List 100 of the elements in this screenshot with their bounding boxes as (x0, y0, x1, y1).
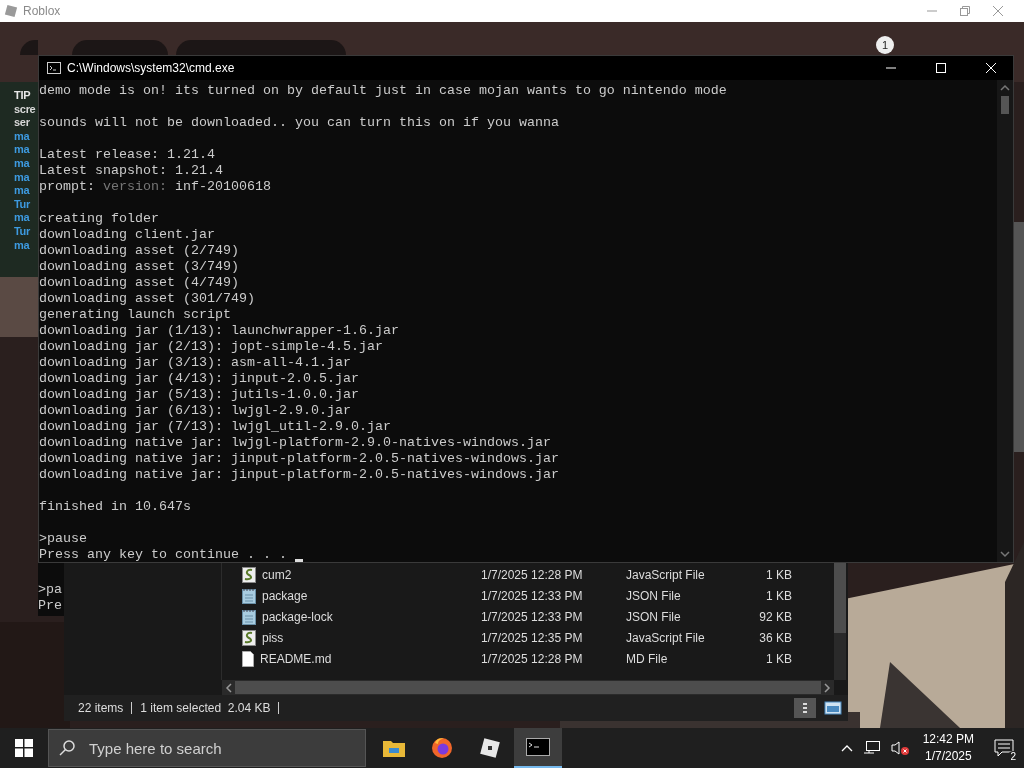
file-name: cum2 (262, 567, 292, 582)
scroll-left-icon[interactable] (225, 682, 233, 693)
taskbar-app-button[interactable] (514, 728, 562, 768)
horizontal-scrollbar[interactable] (222, 680, 834, 695)
file-size: 92 KB (758, 609, 792, 624)
console-line: Pre (38, 598, 63, 614)
chat-message: Tur (14, 224, 31, 239)
scroll-down-icon[interactable] (1000, 550, 1010, 558)
date-modified: 1/7/2025 12:28 PM (481, 651, 584, 666)
file-size: 36 KB (758, 630, 792, 645)
vertical-scrollbar[interactable] (997, 80, 1013, 562)
file-row[interactable]: cum2 1/7/2025 12:28 PM JavaScript File 1 KB (222, 564, 834, 585)
date-modified: 1/7/2025 12:35 PM (481, 630, 584, 645)
notification-count: 2 (1008, 751, 1018, 762)
file-name: README.md (260, 651, 332, 666)
console-line: >pa (38, 582, 63, 598)
console-line: downloading jar (7/13): lwjgl_util-2.9.0.jar (39, 419, 391, 435)
file-type: MD File (626, 651, 669, 666)
file-row[interactable]: piss 1/7/2025 12:35 PM JavaScript File 36 KB (222, 627, 834, 648)
file-name: package (262, 588, 308, 603)
chat-message: ma (14, 170, 31, 185)
console-line: demo mode is on! its turned on by default just in case mojan wants to go nintendo mode (39, 83, 727, 99)
console-line: downloading jar (5/13): jutils-1.0.0.jar (39, 387, 359, 403)
clock-time[interactable]: 12:42 PM (922, 731, 974, 748)
chat-message: ma (14, 129, 31, 144)
file-type: JSON File (626, 588, 682, 603)
chat-message: ma (14, 184, 31, 198)
scroll-up-icon[interactable] (1000, 84, 1010, 92)
console-line: Latest snapshot: 1.21.4 (39, 163, 223, 179)
console-line: downloading asset (301/749) (39, 291, 255, 307)
console-line: downloading asset (3/749) (39, 259, 239, 275)
windows-start-icon[interactable] (15, 739, 33, 757)
file-row[interactable]: package 1/7/2025 12:33 PM JSON File 1 KB (222, 585, 834, 606)
item-count: 22 items (78, 701, 124, 715)
file-size: 1 KB (765, 588, 792, 603)
chat-message: ma (14, 143, 31, 157)
file-name: piss (262, 630, 284, 645)
scroll-right-icon[interactable] (823, 682, 831, 693)
console-line: downloading jar (6/13): lwjgl-2.9.0.jar (39, 403, 351, 419)
script-file-icon (242, 566, 256, 583)
blank-file-icon (242, 650, 254, 667)
console-icon (526, 738, 550, 756)
file-type: JSON File (626, 609, 682, 624)
clock-date[interactable]: 1/7/2025 (924, 748, 972, 765)
console-line: downloading jar (2/13): jopt-simple-4.5.jar (39, 339, 383, 355)
script-file-icon (242, 629, 256, 646)
search-field[interactable]: Type here to search (48, 729, 366, 767)
file-name: package-lock (262, 609, 333, 624)
chat-message: ser (14, 116, 31, 130)
file-row[interactable]: README.md 1/7/2025 12:28 PM MD File 1 KB (222, 648, 834, 669)
console-line: downloading native jar: lwjgl-platform-2.9.0-natives-windows.jar (39, 435, 551, 451)
volume-muted-icon[interactable] (890, 740, 911, 756)
chat-message: TIP (14, 89, 32, 103)
maximize-icon[interactable] (935, 62, 947, 74)
date-modified: 1/7/2025 12:28 PM (481, 567, 584, 582)
console-line: generating launch script (39, 307, 231, 323)
console-line: downloading client.jar (39, 227, 215, 243)
notepad-icon (242, 608, 256, 625)
console-line: downloading asset (4/749) (39, 275, 239, 291)
console-line: downloading jar (3/13): asm-all-4.1.jar (39, 355, 351, 371)
caret-up-icon[interactable] (840, 744, 853, 752)
chat-message: ma (14, 238, 31, 253)
console-line: sounds will not be downloaded.. you can turn this on if you wanna (39, 115, 559, 131)
console-line: Latest release: 1.21.4 (39, 147, 215, 163)
scrollbar-thumb[interactable] (1001, 96, 1009, 114)
console-line: Press any key to continue . . . (39, 547, 287, 562)
vertical-scrollbar[interactable] (834, 563, 846, 680)
network-icon[interactable] (862, 740, 881, 756)
window-title: Roblox (23, 4, 61, 18)
file-type: JavaScript File (626, 567, 706, 582)
file-size: 1 KB (765, 567, 792, 582)
chat-message: Tur (14, 197, 31, 212)
chat-message: scre (14, 102, 36, 117)
console-line: creating folder (39, 211, 159, 227)
date-modified: 1/7/2025 12:33 PM (481, 609, 584, 624)
chat-message: ma (14, 156, 31, 171)
notepad-icon (242, 587, 256, 604)
firefox-icon (431, 737, 453, 759)
file-type: JavaScript File (626, 630, 706, 645)
date-modified: 1/7/2025 12:33 PM (481, 588, 584, 603)
large-icons-view-icon[interactable] (824, 701, 842, 715)
window-title: C:\Windows\system32\cmd.exe (67, 61, 235, 75)
console-line: downloading asset (2/749) (39, 243, 239, 259)
console-line: downloading jar (4/13): jinput-2.0.5.jar (39, 371, 359, 387)
file-row[interactable]: package-lock 1/7/2025 12:33 PM JSON File 92 KB (222, 606, 834, 627)
console-line: downloading native jar: jinput-platform-2.0.5-natives-windows.jar (39, 451, 559, 467)
folder-icon (383, 739, 405, 757)
console-line: >pause (39, 531, 87, 547)
console-line: prompt: version: inf-20100618 (39, 179, 271, 195)
roblox-app-icon (4, 4, 18, 18)
console-icon (47, 62, 61, 74)
file-size: 1 KB (765, 651, 792, 666)
roblox-icon (479, 737, 501, 759)
restore-icon[interactable] (959, 5, 971, 17)
chat-message: ma (14, 211, 31, 225)
search-icon (58, 739, 76, 757)
console-line: finished in 10.647s (39, 499, 191, 515)
console-line: downloading native jar: jinput-platform-2.0.5-natives-windows.jar (39, 467, 559, 483)
console-line: downloading jar (1/13): launchwrapper-1.6.jar (39, 323, 399, 339)
details-view-icon[interactable] (794, 698, 816, 718)
